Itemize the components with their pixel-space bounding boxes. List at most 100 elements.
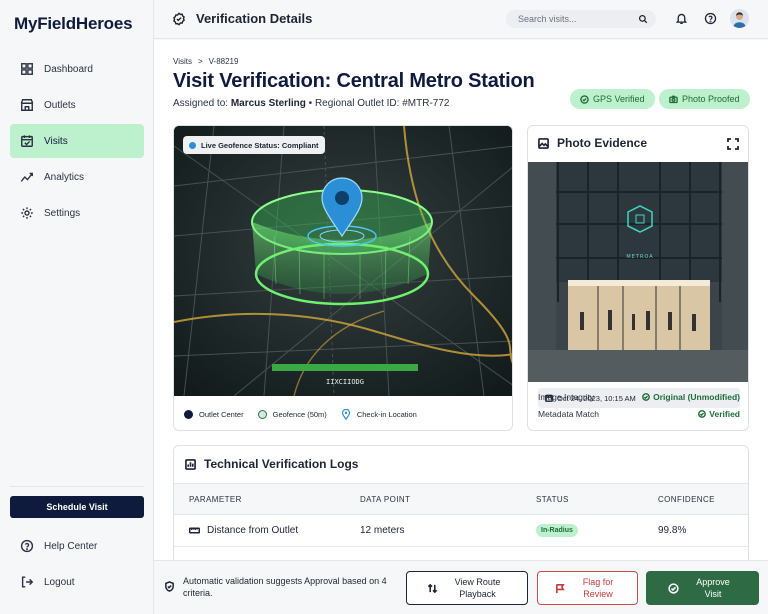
geofence-status-badge: Live Geofence Status: Compliant [183,136,325,154]
sidebar-item-analytics[interactable]: Analytics [10,160,144,194]
shield-check-icon [165,581,174,592]
sidebar-divider [10,486,144,487]
status-cell: In-Radius [536,515,578,546]
svg-text:IIXCIIODG: IIXCIIODG [326,378,364,386]
data-point-cell: 12 meters [360,525,405,536]
sidebar-item-label: Settings [44,207,81,219]
main-content: Visits > V-88219 Visit Verification: Cen… [154,40,768,560]
table-row[interactable]: Distance from Outlet 12 meters In-Radius… [174,515,748,547]
logout-icon [21,576,34,588]
parameter-text: Distance from Outlet [207,525,299,536]
expand-icon [727,138,739,150]
calendar-check-icon [20,134,34,148]
search-input[interactable] [518,14,638,24]
sidebar-item-dashboard[interactable]: Dashboard [10,52,144,86]
photo-evidence-header: Photo Evidence [538,136,647,150]
breadcrumb-separator: > [197,57,203,66]
auto-validation-message: Automatic validation suggests Approval b… [164,575,400,599]
help-center-label: Help Center [44,540,98,552]
chart-line-icon [20,170,34,184]
parameter-cell: Distance from Outlet [189,515,298,546]
image-integrity-row: Image Integrity Original (Unmodified) [538,392,740,402]
column-header-parameter: PARAMETER [189,494,242,504]
approve-visit-button[interactable]: Approve Visit [646,571,759,605]
sidebar-item-outlets[interactable]: Outlets [10,88,144,122]
column-header-confidence: CONFIDENCE [658,494,715,504]
search-icon[interactable] [638,14,648,24]
photo-proofed-badge: Photo Proofed [659,89,750,109]
breadcrumb-visits-link[interactable]: Visits [173,57,192,66]
geofence-map[interactable]: IIXCIIODG Live Geofence Status: Complian… [174,126,512,397]
sidebar-nav: Dashboard Outlets Visits Analytics Setti… [10,52,144,232]
photo-evidence-title: Photo Evidence [557,136,648,150]
header-title: Verification Details [172,11,312,26]
gps-verified-badge: GPS Verified [570,89,655,109]
view-route-label: View Route Playback [454,577,501,599]
logs-header: Technical Verification Logs [185,457,358,471]
flag-for-review-button[interactable]: Flag for Review [537,571,638,605]
check-circle-icon [642,393,651,401]
help-center-link[interactable]: Help Center [10,531,144,561]
help-button[interactable] [702,10,718,26]
outlet-center-swatch-icon [184,409,193,419]
image-integrity-text: Original (Unmodified) [653,392,740,402]
notifications-button[interactable] [673,10,689,26]
breadcrumb: Visits > V-88219 [173,57,238,66]
route-arrows-icon [427,583,437,593]
flag-label: Flag for Review [582,577,614,599]
metadata-match-row: Metadata Match Verified [538,409,740,419]
view-route-playback-button[interactable]: View Route Playback [406,571,528,605]
logs-table-header: PARAMETER DATA POINT STATUS CONFIDENCE [174,483,748,515]
evidence-photo[interactable]: METROA Oct 24, 2023, 10:15 AM [528,162,748,408]
legend-label: Outlet Center [199,409,244,419]
status-dot-icon [189,141,196,149]
logs-title: Technical Verification Logs [204,457,359,471]
top-header: Verification Details [154,0,768,39]
logout-label: Logout [44,576,75,588]
technical-logs-card: Technical Verification Logs PARAMETER DA… [173,445,749,560]
logout-link[interactable]: Logout [10,567,144,597]
image-icon [538,137,549,149]
expand-button[interactable] [727,137,739,150]
check-circle-icon [580,94,589,104]
metadata-match-text: Verified [709,409,740,419]
brand-logo[interactable]: MyFieldHeroes [14,14,133,34]
sidebar-item-visits[interactable]: Visits [10,124,144,158]
check-circle-icon [698,410,707,418]
gps-verified-label: GPS Verified [593,94,645,104]
bell-icon [675,13,687,24]
svg-text:METROA: METROA [626,254,653,260]
geofence-swatch-icon [257,409,267,419]
sidebar-item-label: Analytics [44,171,85,183]
approve-label: Approve Visit [696,577,730,599]
verified-badge-icon [173,11,185,26]
column-header-status: STATUS [536,494,569,504]
evidence-photo-render: METROA [528,162,748,382]
sidebar-item-label: Dashboard [44,63,93,75]
photo-evidence-card: Photo Evidence METROA Oct 24, 2023, 10:1… [527,125,749,431]
breadcrumb-current: V-88219 [208,57,239,66]
assigned-prefix: Assigned to: [173,98,229,109]
sidebar-item-label: Outlets [44,99,76,111]
gear-icon [20,206,34,220]
auto-validation-text: Automatic validation suggests Approval b… [183,576,387,598]
outlet-id: Regional Outlet ID: #MTR-772 [314,98,450,109]
legend-outlet-center: Outlet Center [184,409,244,419]
user-avatar[interactable] [730,9,749,28]
geofence-status-text: Live Geofence Status: Compliant [201,140,319,150]
confidence-cell: 99.8% [658,525,687,536]
legend-geofence: Geofence (50m) [257,409,327,419]
sidebar-item-label: Visits [44,135,68,147]
metadata-match-value: Verified [698,409,740,419]
image-integrity-label: Image Integrity [538,392,595,402]
schedule-visit-button[interactable]: Schedule Visit [10,496,144,518]
map-legend: Outlet Center Geofence (50m) Check-in Lo… [174,402,512,426]
check-circle-icon [668,582,679,594]
location-pin-icon [341,408,350,420]
sidebar: MyFieldHeroes Dashboard Outlets Visits A… [0,0,154,614]
legend-label: Check-in Location [356,409,417,419]
action-bar: Automatic validation suggests Approval b… [154,560,768,614]
sidebar-item-settings[interactable]: Settings [10,196,144,230]
search-box [506,10,656,28]
question-icon [704,12,716,24]
